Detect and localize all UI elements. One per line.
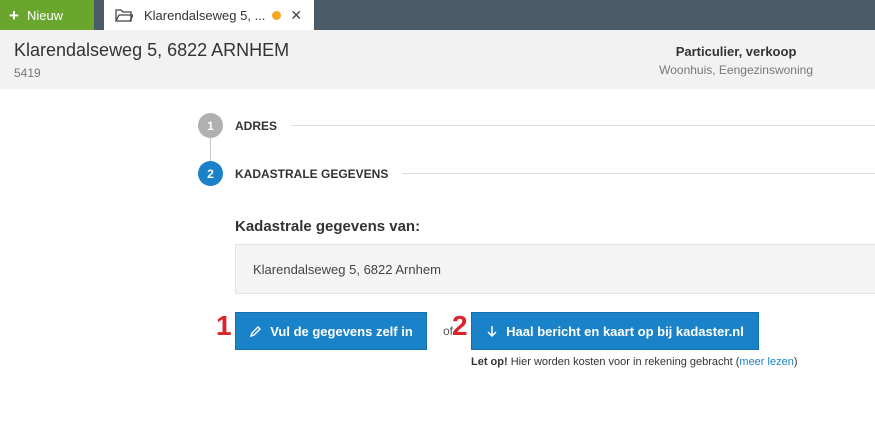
- object-type: Particulier, verkoop Woonhuis, Eengezins…: [659, 44, 813, 77]
- warning-close-paren: ): [793, 356, 798, 368]
- folder-icon: [115, 9, 133, 22]
- object-type-label: Particulier, verkoop: [675, 44, 797, 59]
- object-header: Klarendalseweg 5, 6822 ARNHEM 5419 Parti…: [0, 30, 875, 89]
- new-button[interactable]: + Nieuw: [0, 0, 94, 30]
- arrow-down-icon: [487, 325, 497, 337]
- step-number: 1: [198, 113, 223, 138]
- plus-icon: +: [9, 5, 19, 25]
- new-button-label: Nieuw: [26, 7, 64, 23]
- object-subtype-label: Woonhuis, Eengezinswoning: [659, 63, 813, 77]
- tab-bar: + Nieuw Klarendalseweg 5, ... ✕: [0, 0, 875, 30]
- step-divider: [291, 125, 875, 126]
- unsaved-dot-icon: [272, 10, 282, 20]
- step-connector: [210, 138, 211, 162]
- close-icon[interactable]: ✕: [290, 7, 302, 24]
- step-kadastrale-gegevens[interactable]: 2 KADASTRALE GEGEVENS: [198, 161, 388, 186]
- kadaster-address: Klarendalseweg 5, 6822 Arnhem: [253, 261, 441, 277]
- step-number: 2: [198, 161, 223, 186]
- page-title: Klarendalseweg 5, 6822 ARNHEM: [14, 40, 290, 60]
- pencil-icon: [250, 325, 262, 337]
- kadaster-heading: Kadastrale gegevens van:: [235, 218, 421, 235]
- fetch-kadaster-label: Haal bericht en kaart op bij kadaster.nl: [506, 323, 744, 339]
- kadaster-address-box: Klarendalseweg 5, 6822 Arnhem: [235, 244, 875, 294]
- step-adres[interactable]: 1 ADRES: [198, 113, 277, 138]
- object-id: 5419: [14, 66, 41, 80]
- manual-entry-button[interactable]: Vul de gegevens zelf in: [235, 312, 427, 350]
- step-label: KADASTRALE GEGEVENS: [235, 166, 389, 181]
- manual-entry-label: Vul de gegevens zelf in: [270, 323, 413, 339]
- warning-text: Hier worden kosten voor in rekening gebr…: [507, 356, 740, 368]
- document-tab[interactable]: Klarendalseweg 5, ... ✕: [104, 0, 314, 30]
- tab-title: Klarendalseweg 5, ...: [144, 7, 266, 23]
- fetch-kadaster-button[interactable]: Haal bericht en kaart op bij kadaster.nl: [471, 312, 759, 350]
- annotation-badge-1: 1: [216, 310, 232, 341]
- step-divider: [402, 173, 875, 174]
- step-label: ADRES: [235, 118, 278, 133]
- cost-warning: Let op! Hier worden kosten voor in reken…: [471, 356, 798, 368]
- read-more-link[interactable]: meer lezen: [739, 356, 793, 368]
- warning-bold: Let op!: [471, 356, 508, 368]
- annotation-badge-2: 2: [452, 310, 468, 341]
